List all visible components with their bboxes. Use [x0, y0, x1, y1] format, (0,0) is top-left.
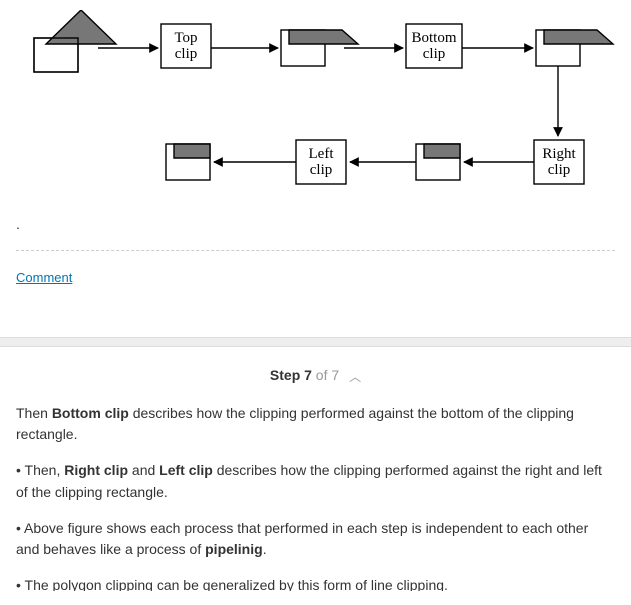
- paragraph-right-left-clip: • Then, Right clip and Left clip describ…: [16, 460, 615, 503]
- section-divider: [0, 337, 631, 347]
- bullet-dot: .: [16, 216, 615, 232]
- label-top-clip: Topclip: [174, 30, 197, 62]
- step-header[interactable]: Step 7 of 7 ︿: [16, 347, 615, 403]
- paragraph-bottom-clip: Then Bottom clip describes how the clipp…: [16, 403, 615, 446]
- step-total: of 7: [312, 367, 339, 383]
- paragraph-pipelining: • Above figure shows each process that p…: [16, 518, 615, 561]
- chevron-up-icon[interactable]: ︿: [349, 370, 361, 384]
- step-number: Step 7: [270, 367, 312, 383]
- clipping-pipeline-diagram: Topclip Bottomclip Rightclip: [16, 0, 615, 210]
- label-left-clip: Leftclip: [309, 146, 335, 178]
- comment-link[interactable]: Comment: [16, 270, 72, 285]
- divider-dashed: [16, 250, 615, 251]
- paragraph-generalized: • The polygon clipping can be generalize…: [16, 575, 615, 591]
